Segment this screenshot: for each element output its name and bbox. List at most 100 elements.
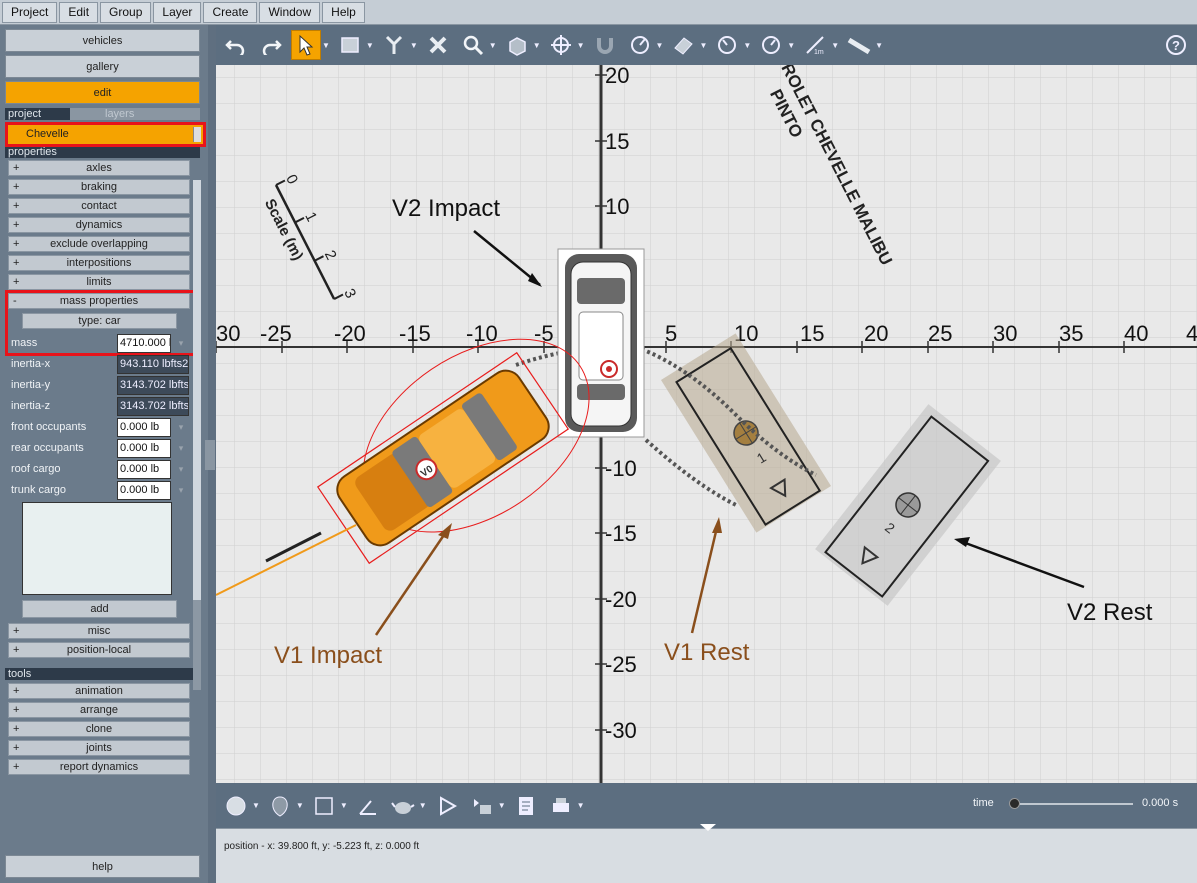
menu-layer[interactable]: Layer [153, 1, 202, 23]
rear-occupants-input[interactable]: 0.000 lb [117, 439, 171, 458]
spinner-icon[interactable]: ▾ [173, 334, 189, 353]
prop-group-exclude-overlapping[interactable]: + exclude overlapping [8, 236, 190, 252]
gallery-button[interactable]: gallery [5, 55, 200, 78]
tool-report-dynamics[interactable]: + report dynamics [8, 759, 190, 775]
v2-impact-vehicle[interactable] [557, 248, 645, 438]
branch-icon[interactable] [379, 30, 409, 60]
chevron-down-icon[interactable]: ▼ [743, 41, 751, 50]
menu-group[interactable]: Group [100, 1, 152, 23]
chevron-down-icon[interactable]: ▼ [699, 41, 707, 50]
front-occupants-input[interactable]: 0.000 lb [117, 418, 171, 437]
menu-project[interactable]: Project [2, 1, 58, 23]
main-toolbar: ▼ ▼ ▼ ▼ ▼ ▼ ▼ ▼ ▼ ▼ 1m ▼ ▼ ? [216, 25, 1197, 65]
menu-bar: Project Edit Group Layer Create Window H… [0, 0, 1197, 25]
x-tick-label: 20 [864, 321, 888, 346]
chevron-down-icon[interactable]: ▼ [410, 41, 418, 50]
prop-group-dynamics[interactable]: + dynamics [8, 217, 190, 233]
rectangle-select-icon[interactable] [335, 30, 365, 60]
prop-group-position-local[interactable]: + position-local [8, 642, 190, 658]
prop-group-label: braking [80, 181, 118, 193]
tool-arrange[interactable]: + arrange [8, 702, 190, 718]
chevron-down-icon[interactable]: ▼ [489, 41, 497, 50]
properties-header: properties [5, 146, 200, 158]
spinner-icon[interactable]: ▾ [173, 439, 189, 458]
chevron-down-icon[interactable]: ▼ [533, 41, 541, 50]
protractor-icon[interactable] [625, 30, 655, 60]
inertia-z-input[interactable]: 3143.702 lbfts2 [117, 397, 189, 416]
gauge2-icon[interactable] [756, 30, 786, 60]
status-position-text: position - x: 39.800 ft, y: -5.223 ft, z… [224, 841, 420, 852]
measure-1m-icon[interactable]: 1m [800, 30, 830, 60]
panel-collapse-handle[interactable] [205, 440, 215, 470]
edit-button[interactable]: edit [5, 81, 200, 104]
panel-toggle-triangle-icon[interactable] [700, 824, 716, 831]
prop-group-braking[interactable]: + braking [8, 179, 190, 195]
menu-help[interactable]: Help [322, 1, 365, 23]
time-label: time [973, 797, 994, 809]
spinner-icon[interactable]: ▾ [173, 481, 189, 500]
expand-plus-icon: + [13, 704, 20, 716]
time-slider-knob[interactable] [1009, 798, 1020, 809]
menu-edit[interactable]: Edit [59, 1, 99, 23]
tool-animation[interactable]: + animation [8, 683, 190, 699]
delete-x-icon[interactable] [423, 30, 453, 60]
time-slider[interactable] [1013, 803, 1133, 805]
chevron-down-icon[interactable]: ▼ [366, 41, 374, 50]
tool-clone[interactable]: + clone [8, 721, 190, 737]
chevron-down-icon[interactable]: ▼ [787, 41, 795, 50]
inertia-x-input[interactable]: 943.110 lbfts2 [117, 355, 189, 374]
help-icon[interactable]: ? [1161, 30, 1191, 60]
prop-group-contact[interactable]: + contact [8, 198, 190, 214]
tool-label: report dynamics [59, 761, 139, 773]
chevron-down-icon[interactable]: ▼ [577, 41, 585, 50]
redo-icon[interactable] [256, 30, 286, 60]
chevron-down-icon[interactable]: ▼ [875, 41, 883, 50]
prop-group-axles[interactable]: + axles [8, 160, 190, 176]
box-3d-icon[interactable] [502, 30, 532, 60]
ruler-icon[interactable] [668, 30, 698, 60]
gauge-icon[interactable] [712, 30, 742, 60]
zoom-icon[interactable] [458, 30, 488, 60]
prop-group-label: exclude overlapping [50, 238, 148, 250]
select-arrow-icon[interactable] [291, 30, 321, 60]
properties-scrollbar[interactable] [193, 180, 201, 690]
inertia-x-label: inertia-x [11, 358, 51, 370]
spinner-icon[interactable]: ▾ [173, 418, 189, 437]
notes-textarea[interactable] [22, 502, 172, 595]
tape-icon[interactable] [844, 30, 874, 60]
magnet-icon[interactable] [590, 30, 620, 60]
prop-group-interpositions[interactable]: + interpositions [8, 255, 190, 271]
tool-joints[interactable]: + joints [8, 740, 190, 756]
expand-plus-icon: + [13, 723, 20, 735]
trunk-cargo-input[interactable]: 0.000 lb [117, 481, 171, 500]
prop-group-mass-properties[interactable]: - mass properties [8, 293, 190, 309]
inertia-y-input[interactable]: 3143.702 lbfts2 [117, 376, 189, 395]
tab-project[interactable]: project [5, 108, 70, 120]
vehicles-button[interactable]: vehicles [5, 29, 200, 52]
prop-group-misc[interactable]: + misc [8, 623, 190, 639]
chevron-down-icon[interactable]: ▼ [656, 41, 664, 50]
move-target-icon[interactable] [546, 30, 576, 60]
scrollbar-thumb[interactable] [193, 180, 201, 600]
chevron-down-icon[interactable]: ▼ [322, 41, 330, 50]
y-tick-label: 20 [605, 65, 629, 88]
y-tick-label: -10 [605, 456, 637, 481]
x-tick-label: 4 [1186, 321, 1197, 346]
add-button[interactable]: add [22, 600, 177, 618]
menu-window[interactable]: Window [259, 1, 321, 23]
v1-rest-label: V1 Rest [664, 639, 750, 666]
prop-group-limits[interactable]: + limits [8, 274, 190, 290]
help-button[interactable]: help [5, 855, 200, 878]
spinner-icon[interactable]: ▾ [173, 460, 189, 479]
type-car-button[interactable]: type: car [22, 313, 177, 329]
v2-rest-label: V2 Rest [1067, 599, 1153, 626]
roof-cargo-label: roof cargo [11, 463, 61, 475]
undo-icon[interactable] [221, 30, 251, 60]
menu-create[interactable]: Create [203, 1, 258, 23]
expand-plus-icon: + [13, 200, 20, 212]
diagram-canvas[interactable]: 30 -25 -20 -15 -10 -5 5 10 15 20 25 30 3… [216, 65, 1197, 783]
tab-layers[interactable]: layers [70, 108, 200, 120]
chevron-down-icon[interactable]: ▼ [831, 41, 839, 50]
roof-cargo-input[interactable]: 0.000 lb [117, 460, 171, 479]
mass-input[interactable]: 4710.000 lb [117, 334, 171, 353]
